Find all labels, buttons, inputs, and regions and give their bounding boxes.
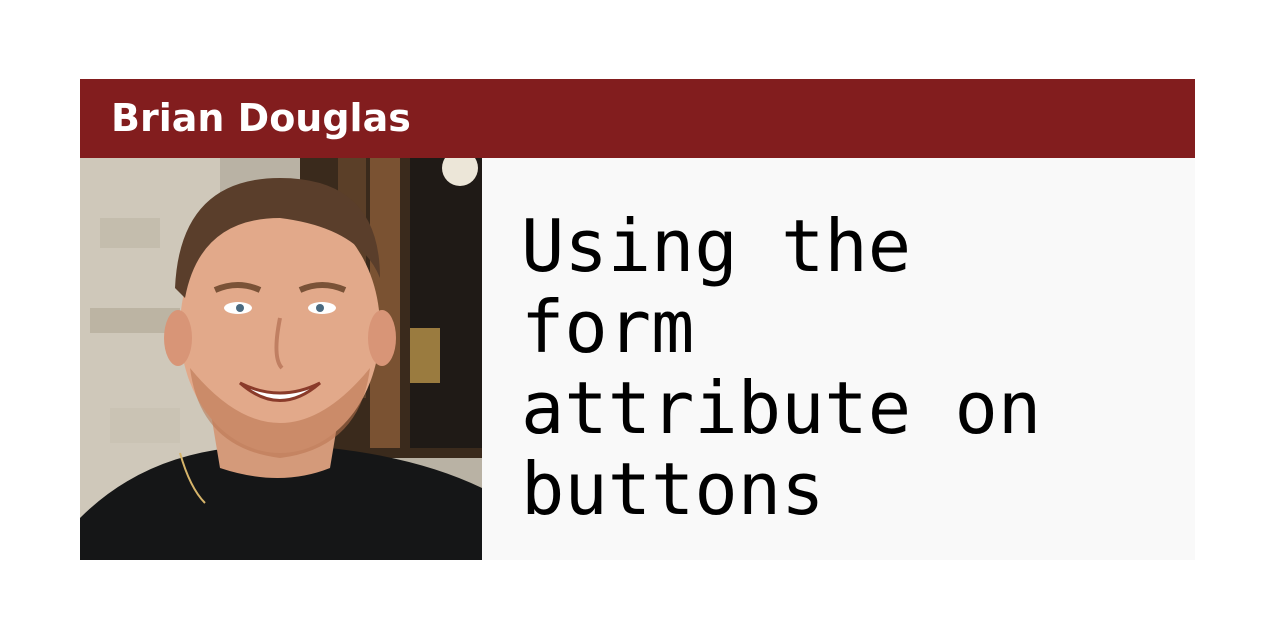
- author-header: Brian Douglas: [80, 79, 1195, 158]
- article-title: Using the form attribute on buttons: [521, 204, 1042, 531]
- article-card: Brian Douglas Using the form attribute o…: [80, 79, 1195, 560]
- title-panel: Using the form attribute on buttons: [482, 158, 1195, 560]
- author-portrait-image: [80, 158, 482, 560]
- author-photo: [80, 158, 482, 560]
- author-name: Brian Douglas: [111, 96, 411, 140]
